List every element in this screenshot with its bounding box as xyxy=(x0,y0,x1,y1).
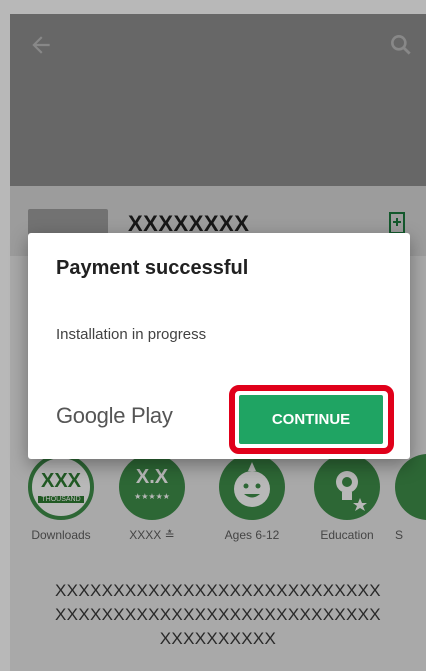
continue-button[interactable]: CONTINUE xyxy=(239,395,383,444)
dialog-title: Payment successful xyxy=(56,257,249,279)
google-play-logo: Google Play xyxy=(56,403,173,428)
dialog-message: Installation in progress xyxy=(56,326,207,343)
